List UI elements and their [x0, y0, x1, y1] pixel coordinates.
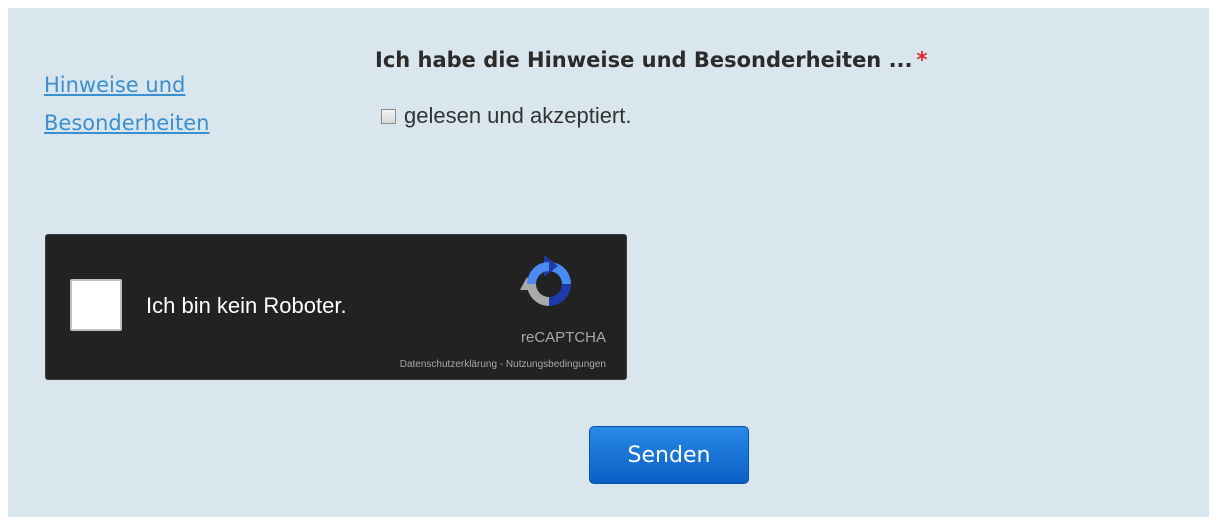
links-separator: - [497, 359, 506, 370]
accept-row: gelesen und akzeptiert. [381, 103, 632, 129]
send-button[interactable]: Senden [589, 426, 749, 484]
accept-checkbox[interactable] [381, 108, 396, 124]
privacy-link[interactable]: Datenschutzerklärung [400, 359, 497, 370]
hinweise-link[interactable]: Hinweise und Besonderheiten [44, 66, 264, 142]
recaptcha-widget: Ich bin kein Roboter. reCAPTCHA Datensch… [45, 234, 627, 380]
captcha-brand: reCAPTCHA [520, 329, 606, 346]
required-marker: * [916, 48, 928, 72]
question-text: Ich habe die Hinweise und Besonderheiten… [375, 48, 913, 72]
captcha-label: Ich bin kein Roboter. [146, 293, 347, 318]
accept-label[interactable]: gelesen und akzeptiert. [404, 103, 632, 129]
captcha-links: Datenschutzerklärung - Nutzungsbedingung… [400, 359, 606, 370]
recaptcha-logo-icon [520, 255, 571, 306]
captcha-checkbox[interactable] [70, 279, 122, 331]
terms-link[interactable]: Nutzungsbedingungen [506, 359, 606, 370]
consent-question: Ich habe die Hinweise und Besonderheiten… [375, 48, 927, 72]
